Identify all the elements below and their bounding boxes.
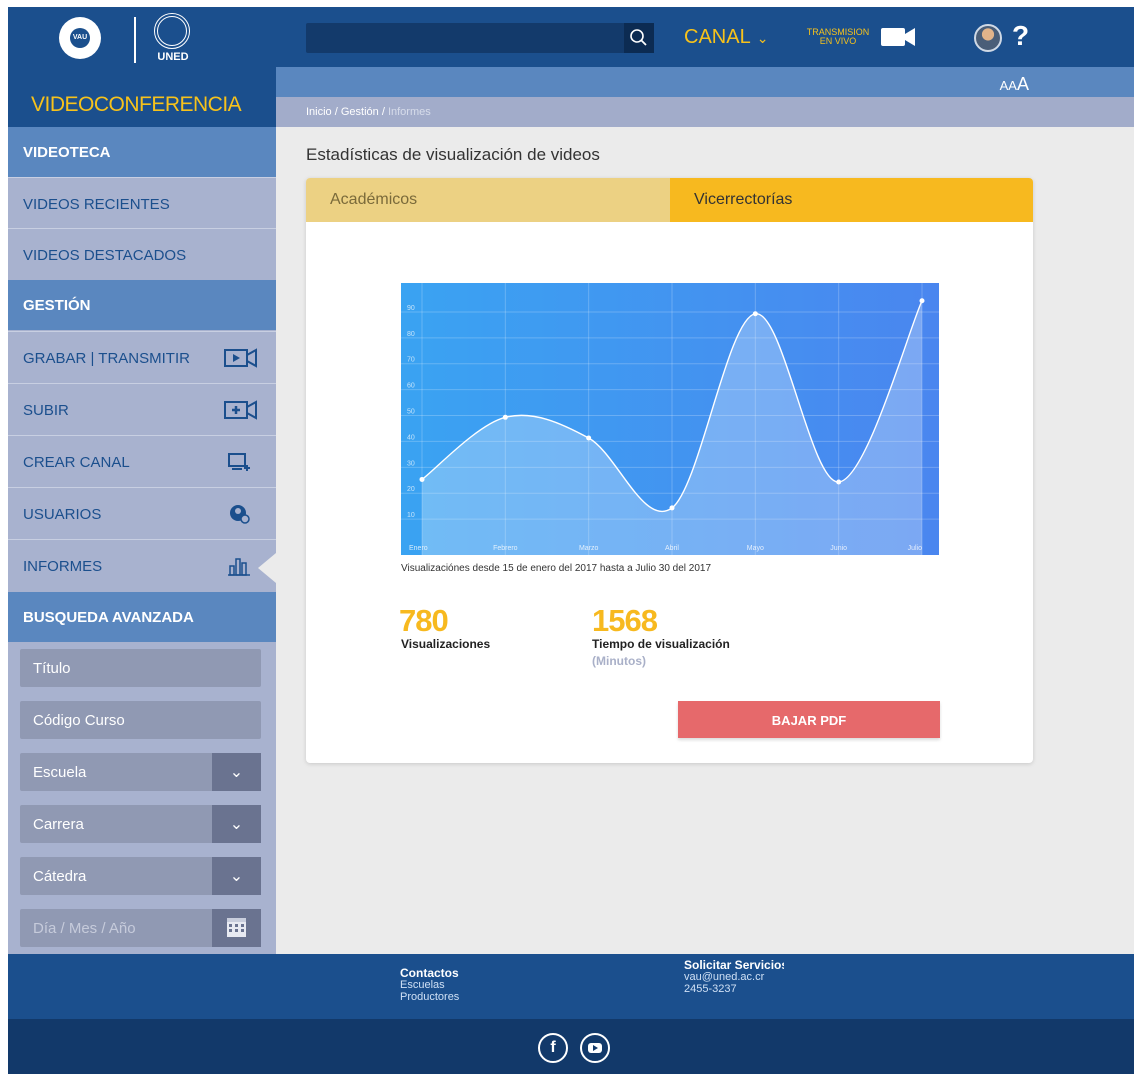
calendar-button[interactable]	[212, 909, 261, 947]
stats-card: Académicos Vicerrectorías 10 20 30 40 50 60 70…	[306, 178, 1033, 763]
y-tick-label: 10	[407, 512, 415, 519]
page-title: Estadísticas de visualización de videos	[306, 145, 600, 164]
breadcrumb-home[interactable]: Inicio	[306, 106, 332, 118]
logo-block[interactable]: VAU UNED VIDEOCONFERENCIA	[8, 7, 276, 127]
search-icon	[630, 29, 647, 46]
sidebar-item-videos-destacados[interactable]: VIDEOS DESTACADOS	[8, 228, 276, 279]
chevron-down-icon: ⌄	[756, 30, 769, 46]
chevron-down-icon[interactable]: ⌄	[212, 805, 261, 843]
data-point[interactable]	[669, 505, 675, 511]
y-tick-label: 80	[407, 331, 415, 338]
vau-logo: VAU	[59, 17, 101, 59]
footer-contacts: Contactos Escuelas Productores	[400, 966, 460, 1003]
search-button[interactable]	[624, 23, 654, 53]
y-tick-label: 50	[407, 409, 415, 416]
active-item-pointer	[258, 553, 276, 583]
breadcrumb: Inicio / Gestión / Informes	[306, 106, 431, 118]
canal-label: CANAL	[684, 26, 751, 48]
sidebar-section-gestion[interactable]: GESTIÓN	[8, 280, 276, 330]
watch-time-unit: (Minutos)	[592, 654, 646, 668]
escuela-select[interactable]: Escuela ⌄	[20, 753, 261, 791]
video-camera-icon[interactable]	[880, 26, 916, 48]
chevron-down-icon[interactable]: ⌄	[212, 753, 261, 791]
sidebar: VIDEOTECA VIDEOS RECIENTES VIDEOS DESTAC…	[8, 127, 276, 954]
sidebar-item-videos-recientes[interactable]: VIDEOS RECIENTES	[8, 177, 276, 228]
watch-time-label: Tiempo de visualización	[592, 637, 730, 651]
catedra-select[interactable]: Cátedra ⌄	[20, 857, 261, 895]
font-size-control[interactable]: AAA	[1000, 74, 1029, 95]
y-tick-label: 40	[407, 434, 415, 441]
chart-caption: Visualizaciónes desde 15 de enero del 20…	[401, 563, 712, 574]
bar-chart-icon	[228, 558, 250, 576]
titulo-field[interactable]: Título	[20, 649, 261, 687]
data-point[interactable]	[836, 479, 842, 485]
tab-vicerrectorias[interactable]: Vicerrectorías	[670, 178, 1033, 222]
social-bar: f	[8, 1019, 1134, 1074]
y-tick-label: 20	[407, 486, 415, 493]
footer-services: Solicitar Servicios vau@uned.ac.cr 2455-…	[684, 959, 784, 995]
calendar-icon	[227, 918, 246, 937]
help-icon[interactable]: ?	[1012, 20, 1029, 52]
breadcrumb-section[interactable]: Gestión	[341, 106, 379, 118]
sidebar-item-usuarios[interactable]: USUARIOS	[8, 487, 276, 538]
breadcrumb-current: Informes	[387, 106, 431, 118]
carrera-select[interactable]: Carrera ⌄	[20, 805, 261, 843]
data-point[interactable]	[752, 311, 758, 317]
views-count: 780	[399, 603, 449, 638]
tab-academicos[interactable]: Académicos	[306, 178, 670, 222]
data-point[interactable]	[502, 414, 508, 420]
canal-dropdown[interactable]: CANAL ⌄	[684, 26, 768, 49]
uned-logo: UNED	[148, 13, 198, 69]
logo-divider	[134, 17, 136, 63]
users-icon	[230, 505, 250, 524]
sidebar-item-videoteca[interactable]: VIDEOTECA	[8, 127, 276, 177]
date-field[interactable]: Día / Mes / Año	[20, 909, 261, 947]
data-point[interactable]	[586, 435, 592, 441]
search-input[interactable]	[306, 23, 654, 53]
watch-time-count: 1568	[592, 603, 658, 638]
codigo-curso-field[interactable]: Código Curso	[20, 701, 261, 739]
live-stream-link[interactable]: TRANSMISION EN VIVO	[803, 28, 873, 46]
sidebar-item-crear-canal[interactable]: CREAR CANAL	[8, 435, 276, 486]
data-point[interactable]	[919, 298, 925, 304]
sidebar-item-informes[interactable]: INFORMES	[8, 539, 276, 590]
create-channel-icon	[228, 453, 250, 471]
views-chart: 102030405060708090 EneroFebreroMarzoAbri…	[401, 283, 939, 555]
download-pdf-button[interactable]: BAJAR PDF	[678, 701, 940, 738]
y-tick-label: 30	[407, 460, 415, 467]
sidebar-item-grabar[interactable]: GRABAR | TRANSMITIR	[8, 331, 276, 382]
record-video-icon	[224, 348, 257, 368]
sidebar-section-busqueda[interactable]: BUSQUEDA AVANZADA	[8, 592, 276, 642]
sidebar-item-subir[interactable]: SUBIR	[8, 383, 276, 434]
footer: Contactos Escuelas Productores Solicitar…	[8, 954, 1134, 1019]
upload-video-icon	[224, 400, 257, 420]
facebook-icon[interactable]: f	[538, 1033, 568, 1063]
brand-title: VIDEOCONFERENCIA	[31, 93, 242, 116]
chevron-down-icon[interactable]: ⌄	[212, 857, 261, 895]
y-tick-label: 90	[407, 305, 415, 312]
chart-svg: 102030405060708090 EneroFebreroMarzoAbri…	[401, 283, 939, 555]
user-avatar[interactable]	[974, 24, 1002, 52]
data-point[interactable]	[419, 476, 425, 482]
views-label: Visualizaciones	[401, 637, 491, 651]
y-tick-label: 60	[407, 383, 415, 390]
youtube-icon[interactable]	[580, 1033, 610, 1063]
y-tick-label: 70	[407, 357, 415, 364]
